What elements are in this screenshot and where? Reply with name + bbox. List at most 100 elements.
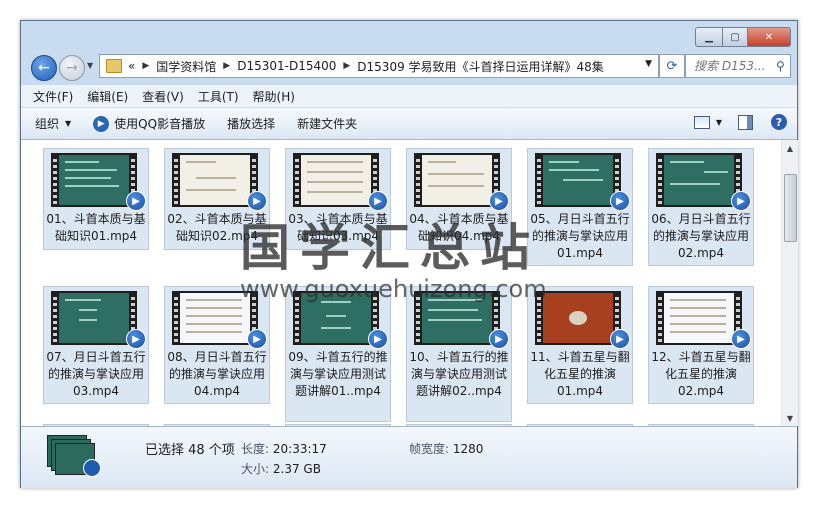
new-folder-label: 新建文件夹 xyxy=(297,117,358,131)
qq-play-button[interactable]: ▶ 使用QQ影音播放 xyxy=(93,115,205,132)
file-item[interactable]: ▶ 10、斗首五行的推演与掌诀应用测试题讲解02..mp4 xyxy=(406,286,512,422)
qq-player-icon: ▶ xyxy=(368,329,388,349)
qq-player-icon: ▶ xyxy=(489,329,509,349)
address-overflow[interactable]: « xyxy=(128,59,135,73)
watermark-url: www.guoxuehuizong.com xyxy=(240,275,547,303)
video-thumbnail xyxy=(293,153,379,207)
file-item[interactable]: ▶ 11、斗首五星与翻化五星的推演01.mp4 xyxy=(527,286,633,404)
chevron-down-icon[interactable]: ▼ xyxy=(716,118,722,127)
file-name: 01、斗首本质与基础知识01.mp4 xyxy=(46,212,146,243)
maximize-button[interactable]: ▢ xyxy=(723,27,748,47)
file-item[interactable]: ▶ 01、斗首本质与基础知识01.mp4 xyxy=(43,148,149,250)
length-value: 20:33:17 xyxy=(272,442,327,456)
menu-view[interactable]: 查看(V) xyxy=(142,88,184,105)
qq-player-icon: ▶ xyxy=(731,329,751,349)
window-controls: ▁ ▢ ✕ xyxy=(695,27,791,47)
chevron-right-icon[interactable]: ▶ xyxy=(142,61,149,71)
chevron-down-icon[interactable]: ▼ xyxy=(645,59,652,69)
video-thumbnail xyxy=(656,291,742,345)
selection-thumbnail-stack xyxy=(47,435,103,477)
organize-label: 组织 xyxy=(35,117,60,131)
length-info: 长度: 20:33:17 xyxy=(241,440,327,457)
scrollbar-thumb[interactable] xyxy=(784,174,797,242)
file-name: 10、斗首五行的推演与掌诀应用测试题讲解02..mp4 xyxy=(409,350,509,398)
size-info: 大小: 2.37 GB xyxy=(241,460,321,477)
frame-width-label: 帧宽度: xyxy=(409,442,450,456)
play-selection-label: 播放选择 xyxy=(227,117,276,131)
back-arrow-icon[interactable]: ← xyxy=(31,55,57,81)
video-thumbnail xyxy=(51,153,137,207)
file-name: 11、斗首五星与翻化五星的推演01.mp4 xyxy=(530,350,630,398)
file-item[interactable]: ▶ 07、月日斗首五行的推演与掌诀应用03.mp4 xyxy=(43,286,149,404)
search-input[interactable] xyxy=(692,58,774,74)
qq-player-icon: ▶ xyxy=(93,115,110,132)
search-box[interactable]: ⚲ xyxy=(685,54,791,78)
qq-player-icon: ▶ xyxy=(731,191,751,211)
video-thumbnail xyxy=(535,291,621,345)
size-value: 2.37 GB xyxy=(272,462,321,476)
search-icon[interactable]: ⚲ xyxy=(776,59,785,73)
minimize-button[interactable]: ▁ xyxy=(695,27,723,47)
qq-player-icon: ▶ xyxy=(610,329,630,349)
chevron-down-icon: ▼ xyxy=(65,119,72,128)
selection-count: 已选择 48 个项 xyxy=(145,443,235,458)
watermark-text: 国学汇总站 xyxy=(240,219,540,277)
length-label: 长度: xyxy=(241,442,270,456)
close-button[interactable]: ✕ xyxy=(748,27,791,47)
breadcrumb-item[interactable]: 国学资料馆 xyxy=(156,58,216,75)
file-name: 12、斗首五星与翻化五星的推演02.mp4 xyxy=(651,350,751,398)
view-controls: ▼ ? xyxy=(684,114,787,130)
menu-help[interactable]: 帮助(H) xyxy=(253,88,295,105)
video-thumbnail xyxy=(535,153,621,207)
breadcrumb-item[interactable]: D15301-D15400 xyxy=(237,59,336,73)
qq-player-icon xyxy=(83,459,101,477)
video-thumbnail xyxy=(656,153,742,207)
menu-file[interactable]: 文件(F) xyxy=(33,88,73,105)
file-item[interactable]: ▶ 08、月日斗首五行的推演与掌诀应用04.mp4 xyxy=(164,286,270,404)
breadcrumb-item[interactable]: D15309 学易致用《斗首择日运用详解》48集 xyxy=(357,58,604,75)
menu-bar: 文件(F) 编辑(E) 查看(V) 工具(T) 帮助(H) xyxy=(21,85,797,108)
frame-width-info: 帧宽度: 1280 xyxy=(409,440,483,457)
file-item[interactable]: ▶ 09、斗首五行的推演与掌诀应用测试题讲解01..mp4 xyxy=(285,286,391,422)
organize-button[interactable]: 组织 ▼ xyxy=(35,115,71,132)
menu-edit[interactable]: 编辑(E) xyxy=(87,88,128,105)
recent-pages-dropdown-icon[interactable]: ▼ xyxy=(87,61,93,70)
folder-icon xyxy=(106,59,122,73)
scroll-up-icon[interactable]: ▲ xyxy=(782,140,798,156)
qq-player-icon: ▶ xyxy=(126,329,146,349)
qq-play-label: 使用QQ影音播放 xyxy=(114,117,206,131)
chevron-right-icon[interactable]: ▶ xyxy=(343,61,350,71)
change-view-icon[interactable] xyxy=(693,115,710,129)
video-thumbnail xyxy=(414,153,500,207)
preview-pane-icon[interactable] xyxy=(738,114,753,130)
forward-arrow-icon[interactable]: → xyxy=(59,55,85,81)
file-name: 09、斗首五行的推演与掌诀应用测试题讲解01..mp4 xyxy=(288,350,388,398)
file-name: 06、月日斗首五行的推演与掌诀应用02.mp4 xyxy=(651,212,751,260)
chevron-right-icon[interactable]: ▶ xyxy=(223,61,230,71)
command-bar: 组织 ▼ ▶ 使用QQ影音播放 播放选择 新建文件夹 ▼ ? xyxy=(21,108,797,140)
navigation-row: ← → ▼ « ▶ 国学资料馆 ▶ D15301-D15400 ▶ D15309… xyxy=(21,51,797,83)
address-bar[interactable]: « ▶ 国学资料馆 ▶ D15301-D15400 ▶ D15309 学易致用《… xyxy=(99,54,659,78)
frame-width-value: 1280 xyxy=(452,442,484,456)
new-folder-button[interactable]: 新建文件夹 xyxy=(297,115,357,132)
qq-player-icon: ▶ xyxy=(610,191,630,211)
video-thumbnail xyxy=(172,153,258,207)
qq-player-icon: ▶ xyxy=(247,329,267,349)
play-selection-button[interactable]: 播放选择 xyxy=(227,115,275,132)
title-bar: ▁ ▢ ✕ xyxy=(21,21,797,51)
vertical-scrollbar[interactable]: ▲ ▼ xyxy=(781,140,798,426)
details-pane: 已选择 48 个项 长度: 20:33:17 大小: 2.37 GB 帧宽度: … xyxy=(21,426,797,488)
help-icon[interactable]: ? xyxy=(771,114,787,130)
file-name: 08、月日斗首五行的推演与掌诀应用04.mp4 xyxy=(167,350,267,398)
size-label: 大小: xyxy=(241,462,270,476)
menu-tools[interactable]: 工具(T) xyxy=(198,88,239,105)
video-thumbnail xyxy=(51,291,137,345)
scroll-down-icon[interactable]: ▼ xyxy=(782,410,798,426)
file-item[interactable]: ▶ 05、月日斗首五行的推演与掌诀应用01.mp4 xyxy=(527,148,633,266)
qq-player-icon: ▶ xyxy=(126,191,146,211)
refresh-icon[interactable]: ⟳ xyxy=(659,54,685,78)
file-item[interactable]: ▶ 06、月日斗首五行的推演与掌诀应用02.mp4 xyxy=(648,148,754,266)
file-name: 07、月日斗首五行的推演与掌诀应用03.mp4 xyxy=(46,350,146,398)
file-name: 05、月日斗首五行的推演与掌诀应用01.mp4 xyxy=(530,212,630,260)
file-item[interactable]: ▶ 12、斗首五星与翻化五星的推演02.mp4 xyxy=(648,286,754,404)
